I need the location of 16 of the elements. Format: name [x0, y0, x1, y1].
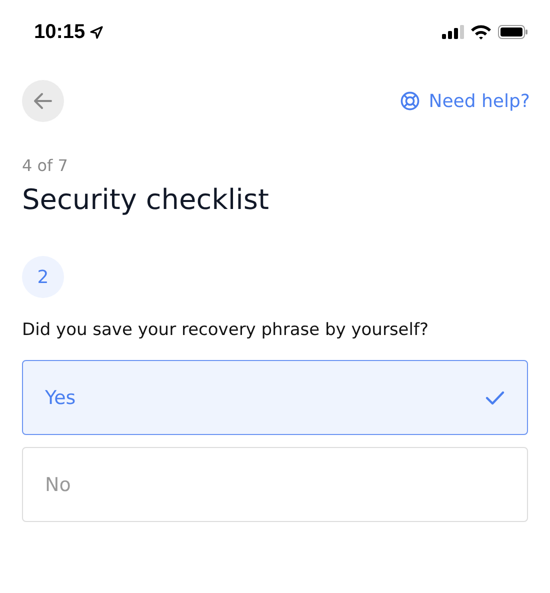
question-number-badge: 2: [22, 256, 64, 298]
status-time: 10:15: [34, 20, 86, 44]
help-link[interactable]: Need help?: [400, 90, 530, 112]
check-icon: [485, 390, 505, 406]
wifi-icon: [470, 24, 492, 40]
back-button[interactable]: [22, 80, 64, 122]
back-arrow-icon: [33, 92, 53, 110]
answer-option[interactable]: No: [22, 447, 528, 522]
step-counter: 4 of 7: [22, 156, 69, 175]
answer-option[interactable]: Yes: [22, 360, 528, 435]
signal-icon: [442, 25, 464, 39]
page-title: Security checklist: [22, 183, 270, 216]
location-arrow-icon: [90, 26, 104, 38]
question-text: Did you save your recovery phrase by yourself?: [22, 320, 430, 340]
lifebuoy-icon: [400, 91, 420, 111]
battery-icon: [498, 25, 528, 39]
